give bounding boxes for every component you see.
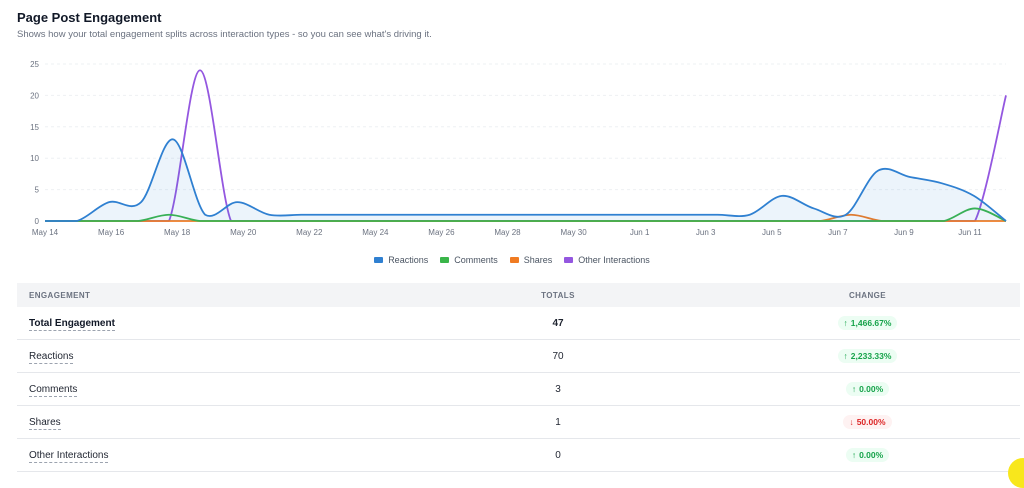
x-tick-label: May 24 xyxy=(362,228,389,237)
table-row: Comments 3 ↑ 0.00% xyxy=(17,372,1020,406)
legend-swatch xyxy=(564,257,574,263)
total-cell: 3 xyxy=(401,372,715,406)
metric-cell: Other Interactions xyxy=(17,438,401,472)
metric-label[interactable]: Comments xyxy=(29,383,78,397)
x-tick-label: Jun 1 xyxy=(630,228,650,237)
change-badge: ↑ 0.00% xyxy=(845,448,890,462)
x-tick-label: May 14 xyxy=(32,228,59,237)
metric-label[interactable]: Shares xyxy=(29,416,61,430)
change-badge: ↑ 2,233.33% xyxy=(837,349,898,363)
legend-swatch xyxy=(374,257,384,263)
metric-label[interactable]: Reactions xyxy=(29,350,74,364)
change-badge: ↑ 0.00% xyxy=(845,382,890,396)
legend-item[interactable]: Comments xyxy=(440,255,498,265)
change-cell: ↑ 0.00% xyxy=(715,372,1020,406)
x-tick-label: May 20 xyxy=(230,228,257,237)
total-cell: 1 xyxy=(401,405,715,439)
x-tick-label: May 16 xyxy=(98,228,125,237)
table-row: Shares 1 ↓ 50.00% xyxy=(17,405,1020,439)
x-tick-label: May 28 xyxy=(494,228,521,237)
legend-item[interactable]: Other Interactions xyxy=(564,255,650,265)
col-engagement: ENGAGEMENT xyxy=(29,290,91,300)
metric-cell: Reactions xyxy=(17,339,401,373)
change-badge: ↑ 1,466.67% xyxy=(837,316,898,330)
change-cell: ↑ 0.00% xyxy=(715,438,1020,472)
page-title: Page Post Engagement xyxy=(17,10,162,25)
metric-cell: Total Engagement xyxy=(17,307,401,340)
engagement-table: ENGAGEMENT TOTALS CHANGE Total Engagemen… xyxy=(17,283,1020,472)
arrow-up-icon: ↑ xyxy=(851,450,857,460)
x-tick-label: May 22 xyxy=(296,228,323,237)
legend-item[interactable]: Shares xyxy=(509,255,553,265)
total-cell: 47 xyxy=(401,307,715,340)
change-cell: ↑ 2,233.33% xyxy=(715,339,1020,373)
change-value: 2,233.33% xyxy=(850,351,892,361)
metric-label[interactable]: Total Engagement xyxy=(29,317,115,331)
arrow-up-icon: ↑ xyxy=(851,384,857,394)
change-value: 1,466.67% xyxy=(850,318,892,328)
page-subtitle: Shows how your total engagement splits a… xyxy=(17,29,432,40)
x-tick-label: May 30 xyxy=(560,228,587,237)
metric-cell: Shares xyxy=(17,405,401,439)
change-cell: ↓ 50.00% xyxy=(715,405,1020,439)
legend-label: Reactions xyxy=(388,255,429,265)
engagement-card: Page Post Engagement Shows how your tota… xyxy=(0,0,1024,488)
table-header-row: ENGAGEMENT TOTALS CHANGE xyxy=(17,283,1020,307)
x-tick-label: Jun 9 xyxy=(894,228,914,237)
x-tick-label: Jun 5 xyxy=(762,228,782,237)
y-tick-label: 0 xyxy=(35,217,40,226)
change-value: 50.00% xyxy=(856,417,886,427)
legend-label: Other Interactions xyxy=(578,255,650,265)
legend-swatch xyxy=(509,257,519,263)
y-tick-label: 5 xyxy=(35,186,40,195)
y-tick-label: 20 xyxy=(30,91,39,100)
table-row: Reactions 70 ↑ 2,233.33% xyxy=(17,339,1020,373)
metric-cell: Comments xyxy=(17,372,401,406)
chart-legend: Reactions Comments Shares Other Interaction… xyxy=(0,255,1024,265)
change-cell: ↑ 1,466.67% xyxy=(715,307,1020,340)
legend-swatch xyxy=(440,257,450,263)
y-tick-label: 25 xyxy=(30,60,39,69)
y-tick-label: 10 xyxy=(30,154,39,163)
y-tick-label: 15 xyxy=(30,123,39,132)
arrow-up-icon: ↑ xyxy=(843,318,848,328)
x-tick-label: May 18 xyxy=(164,228,191,237)
change-badge: ↓ 50.00% xyxy=(843,415,892,429)
x-tick-label: Jun 3 xyxy=(696,228,716,237)
change-value: 0.00% xyxy=(859,450,884,460)
x-tick-label: May 26 xyxy=(428,228,455,237)
legend-item[interactable]: Reactions xyxy=(374,255,428,265)
total-cell: 0 xyxy=(401,438,715,472)
arrow-down-icon: ↓ xyxy=(849,417,854,427)
series-area xyxy=(45,139,1006,221)
table-row: Total Engagement 47 ↑ 1,466.67% xyxy=(17,307,1020,340)
table-row: Other Interactions 0 ↑ 0.00% xyxy=(17,438,1020,472)
engagement-chart: 0 5 10 15 20 25 May 14 May 16 May 18 May 20 May 22… xyxy=(30,60,1007,237)
x-tick-label: Jun 7 xyxy=(828,228,848,237)
arrow-up-icon: ↑ xyxy=(843,351,848,361)
change-value: 0.00% xyxy=(859,384,884,394)
metric-label[interactable]: Other Interactions xyxy=(29,449,109,463)
col-change: CHANGE xyxy=(848,290,887,300)
col-totals: TOTALS xyxy=(541,290,575,300)
x-tick-label: Jun 11 xyxy=(958,228,982,237)
legend-label: Comments xyxy=(454,255,498,265)
legend-label: Shares xyxy=(523,255,553,265)
total-cell: 70 xyxy=(401,339,715,373)
